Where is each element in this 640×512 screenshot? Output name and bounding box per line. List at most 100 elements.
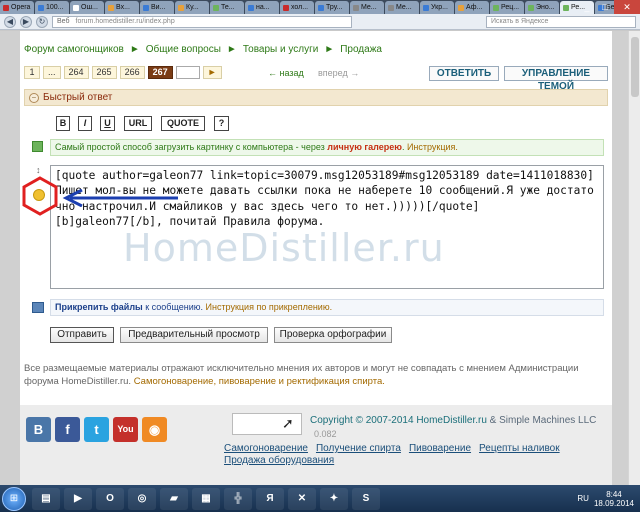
footer-nav-link[interactable]: Продажа оборудования: [224, 455, 334, 466]
folder-icon[interactable]: ▰: [160, 487, 188, 510]
app-icon[interactable]: ╬: [224, 487, 252, 510]
italic-button[interactable]: I: [78, 116, 92, 131]
breadcrumb-item[interactable]: Общие вопросы: [146, 44, 221, 55]
close-icon[interactable]: ✕: [614, 0, 640, 14]
copyright-text[interactable]: Copyright © 2007-2014 HomeDistiller.ru: [310, 415, 487, 426]
page-jump-input[interactable]: [175, 66, 200, 79]
reload-icon[interactable]: ↻: [36, 15, 48, 28]
quote-button[interactable]: QUOTE: [161, 116, 205, 131]
youtube-icon[interactable]: You: [113, 417, 138, 442]
attach-files-bar: Прикрепить файлы к сообщению. Инструкция…: [50, 299, 604, 316]
browser-tab[interactable]: Ви...: [140, 1, 174, 14]
scrollbar-thumb[interactable]: [631, 37, 639, 97]
message-textarea[interactable]: HomeDistiller.ru [quote author=galeon77 …: [50, 165, 604, 289]
tab-favicon-icon: [73, 4, 79, 11]
footer-nav-link[interactable]: Пивоварение: [409, 443, 471, 454]
url-button[interactable]: URL: [124, 116, 152, 131]
browser-tab[interactable]: Аф...: [455, 1, 489, 14]
page-link[interactable]: 1: [24, 66, 40, 79]
taskbar: ⊞ ▤ ▶ O ◎ ▰ ▦ ╬ Я ✕ ✦ S RU 8:44 18.09.2014: [0, 485, 640, 512]
skype-icon[interactable]: S: [352, 487, 380, 510]
media-icon[interactable]: ▶: [64, 487, 92, 510]
chrome-icon[interactable]: ◎: [128, 487, 156, 510]
annotation-hexagon: [22, 176, 58, 216]
footer-nav-link[interactable]: Рецепты наливок: [479, 443, 560, 454]
page-ellipsis[interactable]: ...: [43, 66, 61, 79]
breadcrumb-item[interactable]: Форум самогонщиков: [24, 44, 124, 55]
copyright: Copyright © 2007-2014 HomeDistiller.ru &…: [310, 415, 596, 426]
browser-tab[interactable]: Ош...: [70, 1, 104, 14]
tab-label: Тру...: [326, 4, 343, 11]
browser-tab[interactable]: Вх...: [105, 1, 139, 14]
tab-favicon-icon: [38, 4, 44, 11]
back-link[interactable]: ← назад: [268, 68, 304, 78]
reply-button[interactable]: ОТВЕТИТЬ: [429, 66, 499, 81]
search-input[interactable]: Искать в Яндексе: [486, 15, 636, 28]
footer-nav-link[interactable]: Самогоноварение: [224, 443, 308, 454]
page-link[interactable]: 266: [119, 66, 145, 79]
spellcheck-button[interactable]: Проверка орфографии: [274, 327, 392, 343]
browser-tab[interactable]: Укр...: [420, 1, 454, 14]
preview-button[interactable]: Предварительный просмотр: [120, 327, 268, 343]
quick-reply-header[interactable]: – Быстрый ответ: [24, 89, 608, 106]
collapse-icon[interactable]: –: [29, 92, 39, 103]
page-viewport: Форум самогонщиков ► Общие вопросы ► Тов…: [0, 31, 640, 485]
disclaimer-link[interactable]: Самогоноварение, пивоварение и ректифика…: [134, 376, 385, 387]
browser-tab[interactable]: Тру...: [315, 1, 349, 14]
page-jump-go-button[interactable]: ►: [202, 66, 222, 79]
tab-label: Эно...: [536, 4, 555, 11]
twitter-icon[interactable]: t: [84, 417, 109, 442]
browser-tab[interactable]: Ку...: [175, 1, 209, 14]
browser-tab[interactable]: Те...: [210, 1, 244, 14]
maximize-icon[interactable]: □: [596, 0, 614, 14]
page-link[interactable]: 264: [63, 66, 89, 79]
breadcrumb-item[interactable]: Продажа: [340, 44, 382, 55]
forward-nav-icon[interactable]: ▶: [20, 15, 32, 28]
url-input[interactable]: Веб forum.homedistiller.ru/index.php: [52, 15, 352, 28]
breadcrumb-separator: ►: [324, 44, 335, 55]
yandex-icon[interactable]: Я: [256, 487, 284, 510]
window-controls: _ □ ✕: [578, 0, 640, 14]
page-scrollbar[interactable]: [628, 31, 640, 485]
send-button[interactable]: Отправить: [50, 327, 114, 343]
tab-label: Ме...: [361, 4, 377, 11]
browser-tab[interactable]: Рец...: [490, 1, 524, 14]
page-link[interactable]: 265: [91, 66, 117, 79]
explorer-icon[interactable]: ▤: [32, 487, 60, 510]
calculator-icon[interactable]: ▦: [192, 487, 220, 510]
footer-nav-link[interactable]: Получение спирта: [316, 443, 401, 454]
vk-icon[interactable]: B: [26, 417, 51, 442]
browser-tab[interactable]: Ме...: [385, 1, 419, 14]
rss-icon[interactable]: ◉: [142, 417, 167, 442]
browser-tab[interactable]: 100...: [35, 1, 69, 14]
browser-tab[interactable]: Opera: [0, 1, 34, 14]
language-indicator[interactable]: RU: [577, 494, 589, 503]
help-button[interactable]: ?: [214, 116, 229, 131]
attach-files-link[interactable]: Прикрепить файлы: [55, 302, 143, 312]
attach-instruction-link[interactable]: Инструкция по прикреплению.: [206, 302, 333, 312]
hammer-icon[interactable]: ✕: [288, 487, 316, 510]
browser-tab[interactable]: Ме...: [350, 1, 384, 14]
back-nav-icon[interactable]: ◀: [4, 15, 16, 28]
browser-tab[interactable]: Эно...: [525, 1, 559, 14]
annotation-arrow: [62, 189, 178, 207]
breadcrumb-item[interactable]: Товары и услуги: [243, 44, 319, 55]
manage-topic-button[interactable]: УПРАВЛЕНИЕ ТЕМОЙ: [504, 66, 608, 92]
browser-tab[interactable]: хол...: [280, 1, 314, 14]
tab-favicon-icon: [493, 4, 499, 11]
minimize-icon[interactable]: _: [578, 0, 596, 14]
clock[interactable]: 8:44 18.09.2014: [594, 490, 634, 508]
personal-gallery-link[interactable]: личную галерею: [327, 142, 402, 152]
start-button[interactable]: ⊞: [2, 486, 26, 511]
tab-label: 100...: [46, 4, 64, 11]
bold-button[interactable]: B: [56, 116, 70, 131]
opera-icon[interactable]: O: [96, 487, 124, 510]
clock-date: 18.09.2014: [593, 498, 634, 508]
underline-button[interactable]: U: [100, 116, 115, 131]
yandex-browser-icon[interactable]: ✦: [320, 487, 348, 510]
gallery-instruction-link[interactable]: Инструкция.: [407, 142, 458, 152]
tab-label: Ме...: [396, 4, 412, 11]
facebook-icon[interactable]: f: [55, 417, 80, 442]
browser-tab-strip: Opera 100... Ош... Вх... Ви... Ку... Те... на..…: [0, 0, 640, 14]
browser-tab[interactable]: на...: [245, 1, 279, 14]
